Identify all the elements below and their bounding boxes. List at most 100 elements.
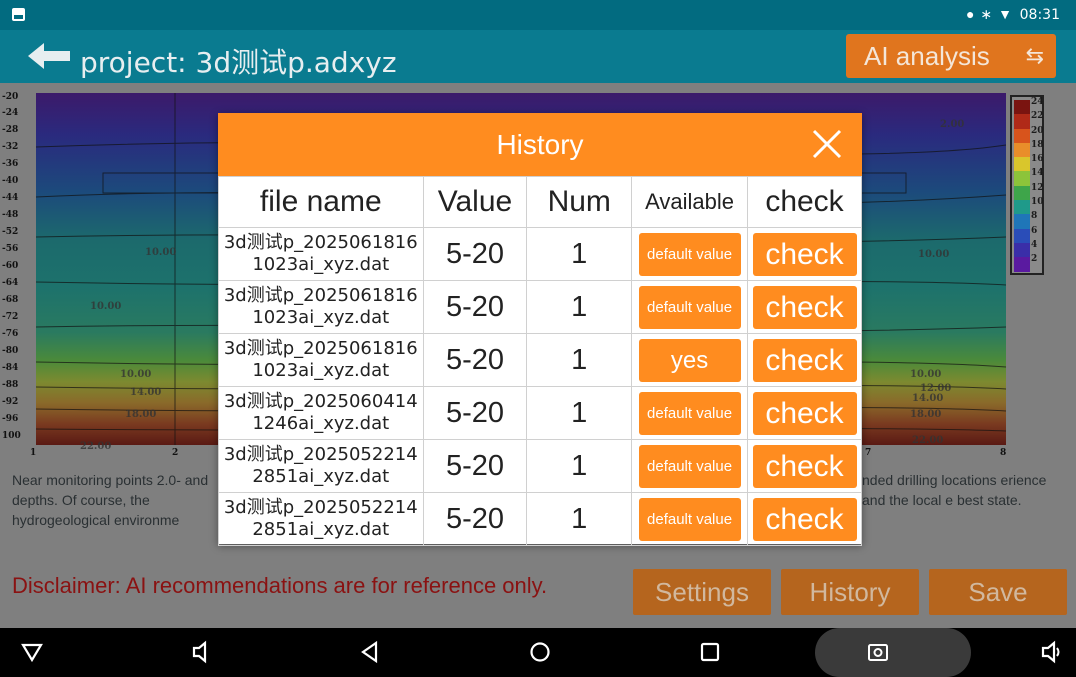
colorbar-tick-label: 18 xyxy=(1031,139,1044,150)
svg-text:-24: -24 xyxy=(2,108,18,118)
svg-text:-60: -60 xyxy=(2,261,18,271)
colorbar-swatch xyxy=(1014,157,1030,172)
history-button[interactable]: History xyxy=(781,569,919,615)
svg-text:-88: -88 xyxy=(2,380,18,390)
screenshot-icon[interactable] xyxy=(866,640,890,664)
available-button[interactable]: default value xyxy=(638,232,741,276)
volume-up-icon[interactable] xyxy=(1040,640,1064,664)
svg-text:14.00: 14.00 xyxy=(130,387,161,398)
available-button[interactable]: default value xyxy=(638,497,741,541)
svg-text:18.00: 18.00 xyxy=(125,409,156,420)
check-button[interactable]: check xyxy=(752,444,857,488)
svg-text:-80: -80 xyxy=(2,346,18,356)
location-icon: ● xyxy=(965,6,981,22)
available-cell: default value xyxy=(631,386,749,440)
colorbar-tick-label: 10 xyxy=(1031,197,1044,208)
num-cell: 1 xyxy=(526,227,633,281)
colorbar-tick-label: 22 xyxy=(1031,111,1044,122)
ai-analysis-button[interactable]: AI analysis ⇆ xyxy=(846,34,1056,78)
check-cell: check xyxy=(747,492,862,546)
file-name-line2: 2851ai_xyz.dat xyxy=(252,519,390,540)
file-name-cell: 3d测试p_2025061816 1023ai_xyz.dat xyxy=(218,227,424,281)
value-cell: 5-20 xyxy=(422,227,528,281)
svg-text:-72: -72 xyxy=(2,312,18,322)
available-cell: default value xyxy=(631,439,749,493)
column-header-check: check xyxy=(747,176,862,228)
colorbar-swatch xyxy=(1014,185,1030,201)
close-icon[interactable] xyxy=(811,128,843,160)
bluetooth-icon: ∗ xyxy=(980,6,999,22)
file-name-line1: 3d测试p_2025052214 xyxy=(223,497,418,518)
dialog-title: History xyxy=(496,129,584,160)
file-name-line1: 3d测试p_2025052214 xyxy=(223,444,418,465)
table-row: 3d测试p_2025061816 1023ai_xyz.dat 5-20 1 ye… xyxy=(218,333,862,387)
home-icon[interactable] xyxy=(528,640,552,664)
settings-button[interactable]: Settings xyxy=(633,569,771,615)
back-icon[interactable] xyxy=(358,640,382,664)
check-button[interactable]: check xyxy=(752,285,857,329)
colorbar-tick-label: 16 xyxy=(1031,154,1044,165)
file-name-cell: 3d测试p_2025061816 1023ai_xyz.dat xyxy=(218,333,424,387)
table-row: 3d测试p_2025061816 1023ai_xyz.dat 5-20 1 de… xyxy=(218,280,862,334)
available-button[interactable]: default value xyxy=(638,285,741,329)
history-table: file name Value Num Available check 3d测试… xyxy=(218,176,862,546)
dialog-header: History xyxy=(218,113,862,176)
colorbar-tick-label: 6 xyxy=(1031,225,1038,236)
file-name-line1: 3d测试p_2025061816 xyxy=(223,285,418,306)
num-cell: 1 xyxy=(526,439,633,493)
recents-icon[interactable] xyxy=(698,640,722,664)
available-cell: default value xyxy=(631,227,749,281)
back-arrow-icon[interactable] xyxy=(28,41,72,71)
status-icons: ●∗▼ xyxy=(966,6,1018,23)
svg-text:7: 7 xyxy=(865,448,871,457)
file-name-cell: 3d测试p_2025060414 1246ai_xyz.dat xyxy=(218,386,424,440)
navigation-bar xyxy=(0,628,1076,677)
ai-analysis-label: AI analysis xyxy=(864,41,990,71)
check-button[interactable]: check xyxy=(752,497,857,541)
svg-text:-20: -20 xyxy=(2,92,18,102)
svg-text:2.00: 2.00 xyxy=(940,119,964,130)
colorbar-tick-label: 8 xyxy=(1031,211,1038,222)
check-button[interactable]: check xyxy=(752,232,857,276)
svg-text:-48: -48 xyxy=(2,210,18,220)
volume-down-icon[interactable] xyxy=(190,640,214,664)
column-header-value: Value xyxy=(422,176,528,228)
svg-text:100: 100 xyxy=(2,431,21,441)
colorbar-tick-label: 24 xyxy=(1031,97,1044,107)
svg-text:-44: -44 xyxy=(2,193,18,203)
description-text-left: Near monitoring points 2.0- and depths. … xyxy=(12,472,209,528)
file-name-line2: 1246ai_xyz.dat xyxy=(252,413,390,434)
table-row: 3d测试p_2025052214 2851ai_xyz.dat 5-20 1 de… xyxy=(218,492,862,546)
status-time: 08:31 xyxy=(1019,7,1060,23)
check-cell: check xyxy=(747,333,862,387)
svg-text:-52: -52 xyxy=(2,227,18,237)
value-cell: 5-20 xyxy=(422,439,528,493)
num-cell: 1 xyxy=(526,386,633,440)
save-button[interactable]: Save xyxy=(929,569,1067,615)
colorbar-swatch xyxy=(1014,171,1030,186)
file-name-line1: 3d测试p_2025061816 xyxy=(223,232,418,253)
swap-arrows-icon: ⇆ xyxy=(1025,43,1044,68)
colorbar-tick-label: 14 xyxy=(1031,168,1044,179)
available-button[interactable]: yes xyxy=(638,338,741,382)
column-header-num: Num xyxy=(526,176,633,228)
svg-text:-96: -96 xyxy=(2,414,18,424)
colorbar-swatch xyxy=(1014,100,1030,115)
file-name-line2: 1023ai_xyz.dat xyxy=(252,307,390,328)
svg-text:-84: -84 xyxy=(2,363,18,373)
check-button[interactable]: check xyxy=(752,338,857,382)
file-name-cell: 3d测试p_2025052214 2851ai_xyz.dat xyxy=(218,439,424,493)
project-title: project: 3d测试p.adxyz xyxy=(80,46,397,79)
colorbar-swatch xyxy=(1014,128,1030,143)
available-button[interactable]: default value xyxy=(638,444,741,488)
svg-text:10.00: 10.00 xyxy=(910,369,941,380)
colorbar-tick-label: 2 xyxy=(1031,254,1038,265)
available-button[interactable]: default value xyxy=(638,391,741,435)
svg-text:18.00: 18.00 xyxy=(910,409,941,420)
status-bar: ●∗▼ 08:31 xyxy=(0,0,1076,30)
num-cell: 1 xyxy=(526,280,633,334)
available-cell: default value xyxy=(631,492,749,546)
notification-down-icon[interactable] xyxy=(20,640,44,664)
check-button[interactable]: check xyxy=(752,391,857,435)
column-header-available: Available xyxy=(631,176,749,228)
